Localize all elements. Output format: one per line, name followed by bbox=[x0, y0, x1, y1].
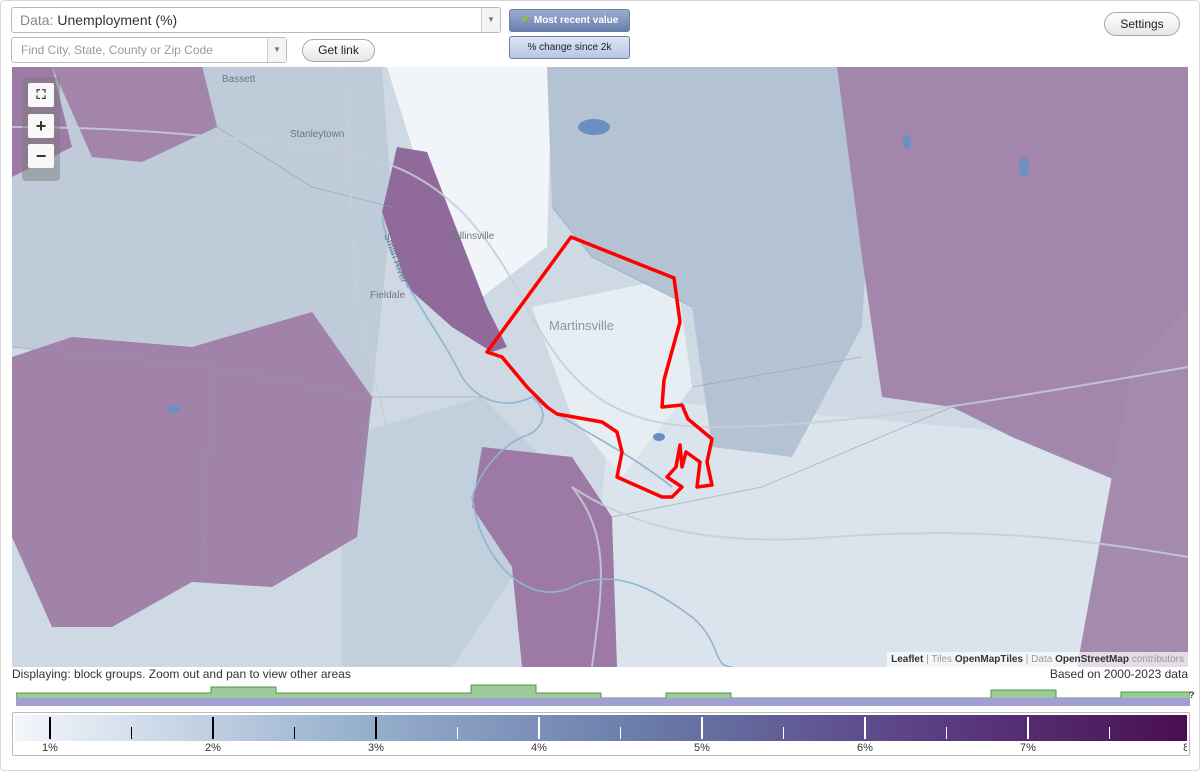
zoom-out-button[interactable]: − bbox=[28, 144, 54, 168]
color-legend: 1% 2% 3% 4% 5% 6% 7% 8% bbox=[12, 712, 1199, 756]
zoom-control: ⛶ + − bbox=[22, 77, 60, 181]
data-select-label: Data: bbox=[20, 12, 54, 28]
legend-label-strip bbox=[15, 741, 1187, 753]
most-recent-value-toggle[interactable]: ✔ Most recent value bbox=[509, 9, 630, 32]
place-label-collinsville: Collinsville bbox=[447, 231, 495, 242]
displaying-note: Displaying: block groups. Zoom out and p… bbox=[12, 667, 351, 681]
attribution-osm-link[interactable]: OpenStreetMap bbox=[1055, 654, 1129, 665]
settings-button[interactable]: Settings bbox=[1104, 12, 1180, 36]
legend-bar: 1% 2% 3% 4% 5% 6% 7% 8% bbox=[15, 715, 1199, 754]
choropleth-map[interactable]: Bassett Stanleytown Collinsville Fieldal… bbox=[12, 67, 1188, 667]
map-canvas[interactable]: Bassett Stanleytown Collinsville Fieldal… bbox=[12, 67, 1188, 667]
legend-tick-label: 6% bbox=[857, 742, 873, 753]
legend-tick-label: 2% bbox=[205, 742, 221, 753]
attribution-separator: | Tiles bbox=[923, 654, 955, 665]
location-search-placeholder: Find City, State, County or Zip Code bbox=[21, 43, 213, 57]
attribution-tiles-link[interactable]: OpenMapTiles bbox=[955, 654, 1023, 665]
chevron-down-icon[interactable]: ▼ bbox=[267, 38, 286, 62]
data-select-value: Unemployment (%) bbox=[57, 12, 178, 28]
attribution-separator: | Data bbox=[1023, 654, 1056, 665]
legend-tick-label: 8% bbox=[1183, 742, 1187, 753]
attribution-contributors: contributors bbox=[1128, 654, 1184, 665]
histogram-help-icon[interactable]: ? bbox=[1189, 690, 1195, 700]
zoom-in-button[interactable]: + bbox=[28, 114, 54, 138]
legend-tick-label: 5% bbox=[694, 742, 710, 753]
checkmark-icon: ✔ bbox=[520, 14, 530, 26]
legend-tick-label: 3% bbox=[368, 742, 384, 753]
legend-tick-label: 1% bbox=[42, 742, 58, 753]
chevron-down-icon[interactable]: ▼ bbox=[481, 8, 500, 32]
most-recent-value-label: Most recent value bbox=[533, 15, 619, 26]
pct-change-toggle[interactable]: % change since 2k bbox=[509, 36, 630, 59]
legend-tick-label: 7% bbox=[1020, 742, 1036, 753]
histogram-recent-bars bbox=[16, 684, 1190, 699]
place-label-fieldale: Fieldale bbox=[370, 290, 405, 301]
histogram-baseline-bars bbox=[16, 698, 1190, 706]
data-select[interactable]: Data: Unemployment (%) ▼ bbox=[11, 7, 501, 33]
legend-tick-label: 4% bbox=[531, 742, 547, 753]
place-label-bassett: Bassett bbox=[222, 74, 256, 85]
place-label-martinsville: Martinsville bbox=[549, 318, 614, 333]
attribution-leaflet-link[interactable]: Leaflet bbox=[891, 654, 923, 665]
map-attribution: Leaflet | Tiles OpenMapTiles | Data Open… bbox=[887, 652, 1188, 667]
distribution-histogram bbox=[16, 684, 1190, 706]
place-label-stanleytown: Stanleytown bbox=[290, 129, 344, 140]
get-link-button[interactable]: Get link bbox=[302, 39, 375, 62]
fit-bounds-icon[interactable]: ⛶ bbox=[28, 83, 54, 107]
based-on-note: Based on 2000-2023 data bbox=[1049, 667, 1188, 681]
legend-gradient bbox=[15, 715, 1187, 741]
location-search-input[interactable]: Find City, State, County or Zip Code ▼ bbox=[11, 37, 287, 63]
